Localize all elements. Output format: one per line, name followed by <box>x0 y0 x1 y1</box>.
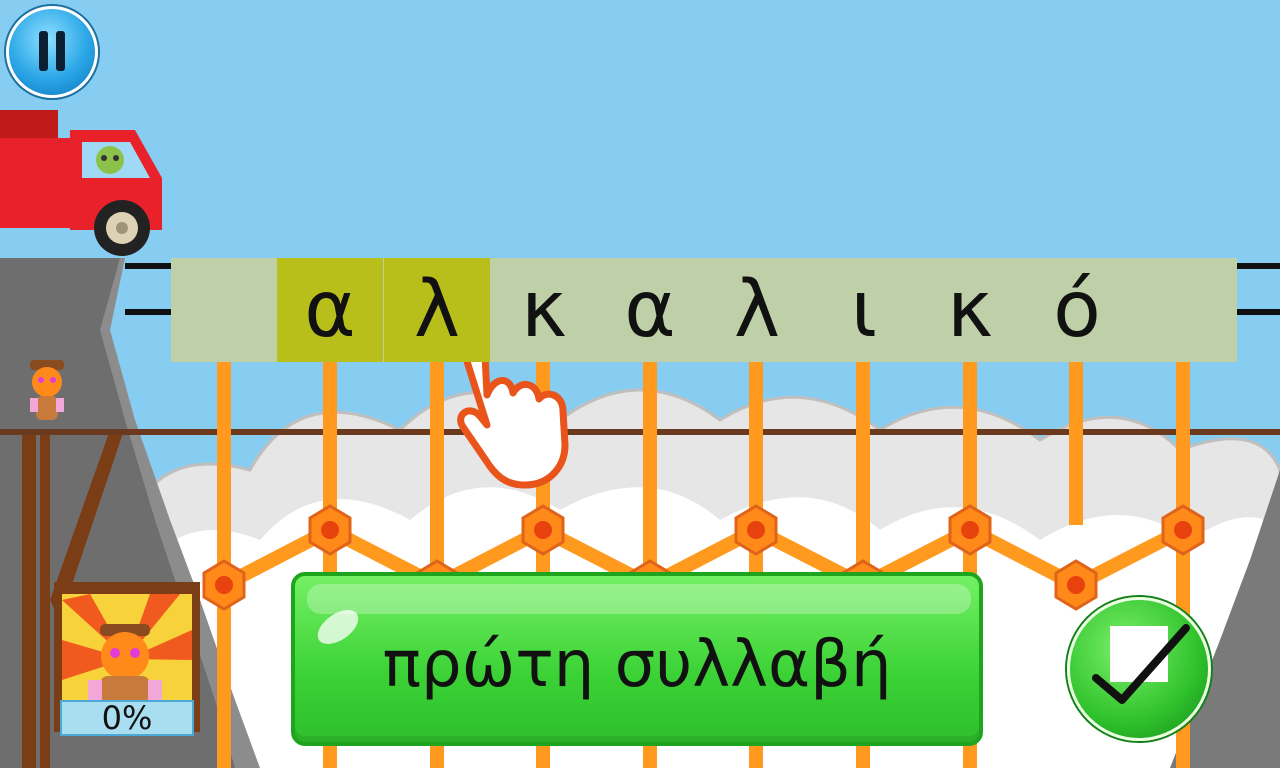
red-truck <box>0 110 162 256</box>
letter-tile[interactable]: κ <box>917 258 1023 362</box>
letter-tile[interactable]: ι <box>811 258 917 362</box>
instruction-label: πρώτη συλλαβή <box>382 628 892 702</box>
player-character <box>30 360 64 420</box>
pause-button[interactable] <box>6 6 98 98</box>
driver <box>96 146 124 174</box>
confirm-button[interactable] <box>1067 597 1211 741</box>
pause-icon <box>56 31 65 71</box>
progress-percent: 0% <box>60 700 194 736</box>
letter-tile[interactable]: λ <box>384 258 490 362</box>
instruction-button[interactable]: πρώτη συλλαβή <box>291 572 983 746</box>
word-board: α λ κ α λ ι κ ό <box>171 258 1237 362</box>
checkmark-icon <box>1092 624 1190 704</box>
letter-tile <box>171 258 277 362</box>
letter-tile <box>1131 258 1237 362</box>
letter-tile[interactable]: κ <box>491 258 597 362</box>
pause-icon <box>39 31 48 71</box>
letter-tile[interactable]: α <box>277 258 383 362</box>
letter-tile[interactable]: α <box>597 258 703 362</box>
letter-tile[interactable]: ό <box>1024 258 1130 362</box>
letter-tile[interactable]: λ <box>704 258 810 362</box>
button-shine <box>307 584 971 614</box>
